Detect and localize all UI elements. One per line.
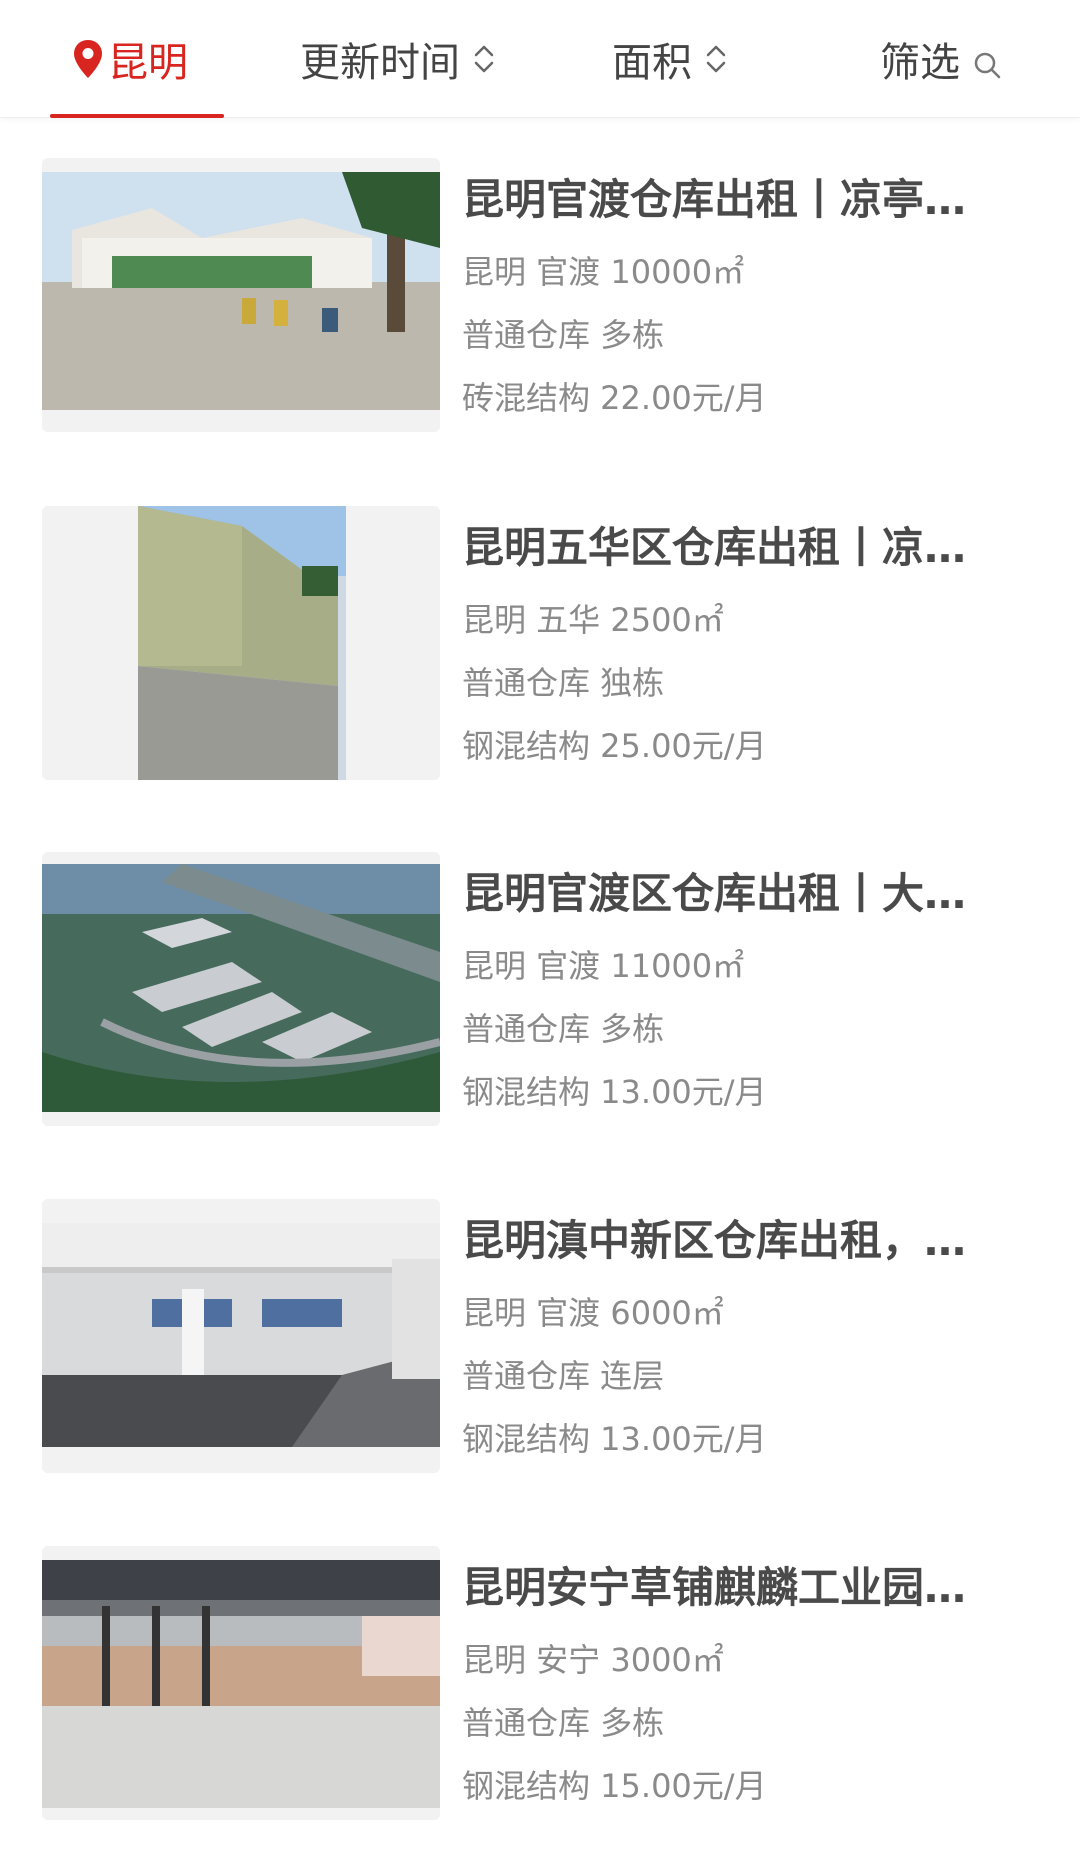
listing-structure-price: 钢混结构 25.00元/月 — [462, 727, 767, 765]
active-tab-underline — [50, 114, 224, 118]
listing-title: 昆明官渡仓库出租丨凉亭… — [462, 175, 967, 224]
listing-title: 昆明滇中新区仓库出租，… — [462, 1216, 967, 1265]
listing-type: 普通仓库 多栋 — [462, 1010, 665, 1048]
listing-location-area: 昆明 五华 2500㎡ — [462, 601, 724, 639]
city-label: 昆明 — [108, 40, 188, 86]
listing-photo — [42, 158, 440, 432]
listing-photo — [42, 506, 440, 780]
city-selector[interactable]: 昆明 — [50, 0, 224, 118]
listing-structure-price: 钢混结构 15.00元/月 — [462, 1767, 767, 1805]
sort-up-down-icon — [704, 39, 728, 79]
listing-type: 普通仓库 多栋 — [462, 316, 665, 354]
listing-structure-price: 钢混结构 13.00元/月 — [462, 1073, 767, 1111]
filter-button[interactable]: 筛选 — [880, 0, 1002, 118]
listing-card[interactable]: 昆明五华区仓库出租丨凉… 昆明 五华 2500㎡ 普通仓库 独栋 钢混结构 25… — [0, 480, 1080, 780]
listing-title: 昆明五华区仓库出租丨凉… — [462, 523, 967, 572]
listing-card[interactable]: 昆明官渡仓库出租丨凉亭… 昆明 官渡 10000㎡ 普通仓库 多栋 砖混结构 2… — [0, 132, 1080, 432]
listing-title: 昆明官渡区仓库出租丨大… — [462, 869, 967, 918]
sort-time-label: 更新时间 — [300, 40, 460, 86]
sort-by-area[interactable]: 面积 — [612, 0, 728, 118]
listing-type: 普通仓库 多栋 — [462, 1704, 665, 1742]
listing-type: 普通仓库 连层 — [462, 1357, 665, 1395]
listing-location-area: 昆明 安宁 3000㎡ — [462, 1641, 724, 1679]
filter-label: 筛选 — [880, 40, 960, 86]
listing-photo — [42, 852, 440, 1126]
listing-type: 普通仓库 独栋 — [462, 664, 665, 702]
listing-title: 昆明安宁草铺麒麟工业园… — [462, 1563, 967, 1612]
listing-structure-price: 砖混结构 22.00元/月 — [462, 379, 767, 417]
listing-card[interactable]: 昆明官渡区仓库出租丨大… 昆明 官渡 11000㎡ 普通仓库 多栋 钢混结构 1… — [0, 826, 1080, 1126]
sort-up-down-icon — [472, 39, 496, 79]
listing-location-area: 昆明 官渡 11000㎡ — [462, 947, 745, 985]
sort-by-update-time[interactable]: 更新时间 — [300, 0, 496, 118]
listing-card[interactable]: 昆明滇中新区仓库出租，… 昆明 官渡 6000㎡ 普通仓库 连层 钢混结构 13… — [0, 1173, 1080, 1473]
search-icon — [972, 44, 1002, 79]
location-pin-icon — [72, 39, 104, 79]
listing-location-area: 昆明 官渡 10000㎡ — [462, 253, 745, 291]
listing-photo — [42, 1199, 440, 1473]
listing-location-area: 昆明 官渡 6000㎡ — [462, 1294, 724, 1332]
listing-structure-price: 钢混结构 13.00元/月 — [462, 1420, 767, 1458]
sort-area-label: 面积 — [612, 40, 692, 86]
listing-card[interactable]: 昆明安宁草铺麒麟工业园… 昆明 安宁 3000㎡ 普通仓库 多栋 钢混结构 15… — [0, 1520, 1080, 1820]
listing-photo — [42, 1546, 440, 1820]
filter-bar: 昆明 更新时间 面积 筛选 — [0, 0, 1080, 118]
